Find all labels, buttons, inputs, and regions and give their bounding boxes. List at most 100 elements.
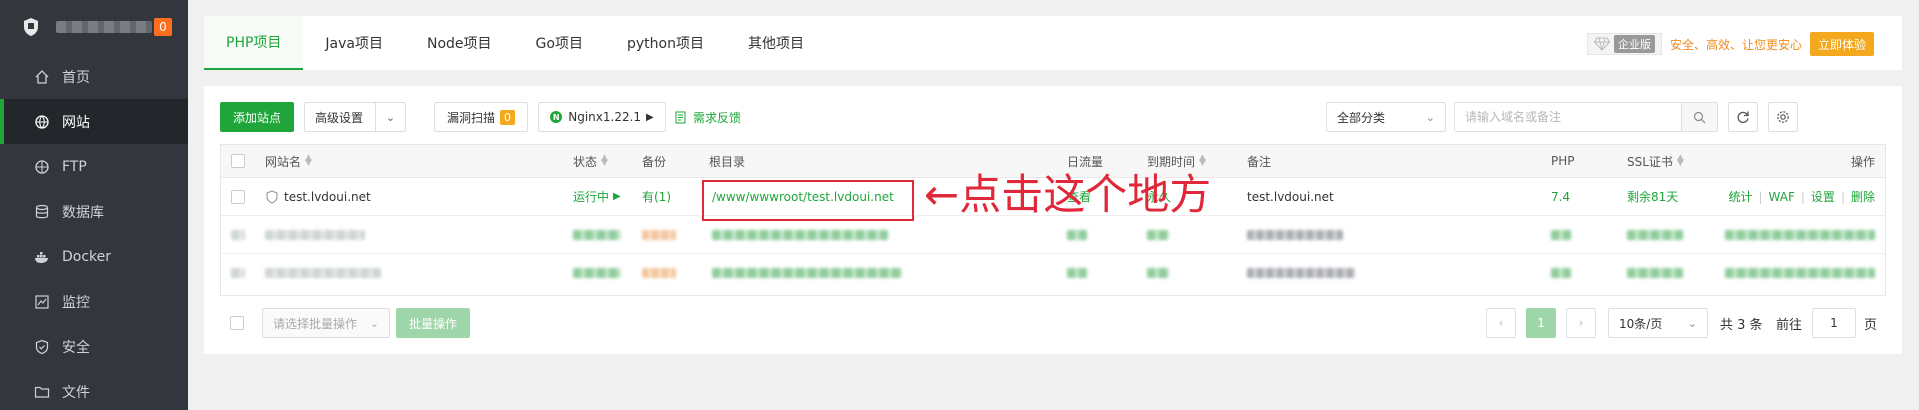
vuln-count-badge: 0 <box>500 109 515 125</box>
header-php: PHP <box>1551 154 1575 168</box>
sidebar-header: 0 <box>0 0 188 54</box>
stats-link[interactable]: 统计 <box>1728 188 1752 205</box>
sidebar-item-docker[interactable]: Docker <box>0 234 188 279</box>
page-suffix: 页 <box>1864 317 1878 333</box>
enterprise-badge: 企业版 <box>1586 33 1662 55</box>
notification-badge[interactable]: 0 <box>154 18 172 36</box>
shield-icon <box>35 339 49 354</box>
header-name-label: 网站名 <box>265 154 302 169</box>
settings-link[interactable]: 设置 <box>1811 188 1835 205</box>
refresh-icon <box>1737 111 1749 124</box>
category-select[interactable]: 全部分类 ⌄ <box>1326 102 1446 132</box>
sidebar-item-home[interactable]: 首页 <box>0 54 188 99</box>
tab-go[interactable]: Go项目 <box>514 16 605 70</box>
refresh-button[interactable] <box>1728 102 1758 132</box>
chevron-down-icon[interactable]: ⌄ <box>375 103 405 131</box>
username-redacted <box>56 21 152 33</box>
header-ssl[interactable]: SSL证书 ▲ ▼ <box>1627 145 1684 177</box>
tab-php[interactable]: PHP项目 <box>204 16 304 70</box>
site-shield-icon <box>266 189 278 204</box>
site-ssl-status[interactable]: 剩余81天 <box>1627 178 1678 215</box>
select-all-checkbox[interactable] <box>231 154 245 168</box>
separator: | <box>1840 189 1845 204</box>
site-status-label: 运行中 <box>573 190 610 204</box>
logo-icon <box>24 18 38 36</box>
try-now-button[interactable]: 立即体验 <box>1809 32 1874 56</box>
search-box <box>1454 102 1718 132</box>
search-button[interactable] <box>1681 103 1717 131</box>
sort-icon: ▲ ▼ <box>1199 153 1206 168</box>
settings-button[interactable] <box>1768 102 1798 132</box>
sidebar-item-security[interactable]: 安全 <box>0 324 188 369</box>
goto-page-input[interactable]: 1 <box>1812 308 1856 338</box>
sidebar-item-label: 网站 <box>62 114 90 131</box>
next-page-button[interactable]: › <box>1566 308 1596 338</box>
batch-action-select[interactable]: 请选择批量操作 ⌄ <box>262 308 390 338</box>
prev-page-button[interactable]: ‹ <box>1486 308 1516 338</box>
sidebar-item-label: 数据库 <box>62 204 104 221</box>
header-name[interactable]: 网站名 ▲ ▼ <box>265 145 312 177</box>
toolbar: 添加站点 高级设置 ⌄ 漏洞扫描 0 N Nginx1.22.1 ▶ 需求反馈 … <box>220 102 1886 132</box>
site-backup-link[interactable]: 有(1) <box>642 178 671 215</box>
project-tab-bar: PHP项目 Java项目 Node项目 Go项目 python项目 其他项目 企… <box>204 16 1902 70</box>
sidebar-item-database[interactable]: 数据库 <box>0 189 188 234</box>
play-icon: ▶ <box>646 111 654 123</box>
sidebar-item-label: 安全 <box>62 339 90 356</box>
tab-java[interactable]: Java项目 <box>303 16 405 70</box>
chevron-down-icon: ⌄ <box>1687 316 1697 330</box>
page-size-select[interactable]: 10条/页 ⌄ <box>1608 308 1708 338</box>
header-ops: 操作 <box>1850 154 1875 169</box>
monitor-icon <box>35 294 49 309</box>
row-checkbox-cell <box>231 178 245 215</box>
nginx-version-button[interactable]: N Nginx1.22.1 ▶ <box>538 102 666 132</box>
nginx-icon: N <box>550 111 563 123</box>
search-input[interactable] <box>1455 103 1681 131</box>
header-backup: 备份 <box>642 154 667 169</box>
home-icon <box>35 69 49 84</box>
chevron-down-icon: ⌄ <box>369 316 379 330</box>
feedback-label: 需求反馈 <box>693 110 742 125</box>
enterprise-tag: 企业版 <box>1613 35 1655 53</box>
header-status[interactable]: 状态 ▲ ▼ <box>573 145 608 177</box>
sort-icon: ▲ ▼ <box>601 153 608 168</box>
tab-python[interactable]: python项目 <box>605 16 726 70</box>
site-note[interactable]: test.lvdoui.net <box>1247 178 1334 215</box>
feedback-link[interactable]: 需求反馈 <box>675 102 741 132</box>
row-actions: 统计 | WAF | 设置 | 删除 <box>1728 178 1875 215</box>
sort-icon: ▲ ▼ <box>1676 153 1684 168</box>
play-icon: ▶ <box>613 191 621 202</box>
goto-label: 前往 <box>1776 317 1803 333</box>
sidebar-item-label: 文件 <box>62 384 90 401</box>
batch-action-button[interactable]: 批量操作 <box>396 308 470 338</box>
tab-other[interactable]: 其他项目 <box>726 16 826 70</box>
sidebar-item-ftp[interactable]: FTP <box>0 144 188 189</box>
vuln-scan-button[interactable]: 漏洞扫描 0 <box>434 102 528 132</box>
site-status[interactable]: 运行中 ▶ <box>573 178 621 215</box>
chevron-down-icon: ⌄ <box>1425 110 1435 124</box>
page-size-value: 10条/页 <box>1619 316 1663 331</box>
sidebar-item-website[interactable]: 网站 <box>0 99 188 144</box>
page-button-current[interactable]: 1 <box>1526 308 1556 338</box>
site-name-cell[interactable]: test.lvdoui.net <box>265 178 371 215</box>
waf-link[interactable]: WAF <box>1769 190 1795 204</box>
annotation-highlight-box <box>702 180 914 221</box>
gear-icon <box>1777 111 1789 123</box>
chevron-right-icon: › <box>1578 316 1584 330</box>
search-icon <box>1693 111 1706 123</box>
delete-link[interactable]: 删除 <box>1851 188 1875 205</box>
select-all-checkbox-cell <box>231 145 245 177</box>
annotation-text: ←点击这个地方 <box>924 170 1212 219</box>
advanced-settings-dropdown[interactable]: 高级设置 ⌄ <box>304 102 406 132</box>
sidebar-item-label: Docker <box>62 248 112 265</box>
sidebar-item-files[interactable]: 文件 <box>0 369 188 410</box>
add-site-button[interactable]: 添加站点 <box>220 102 294 132</box>
advanced-settings-label: 高级设置 <box>315 110 364 125</box>
site-php-version[interactable]: 7.4 <box>1551 178 1570 215</box>
header-status-label: 状态 <box>573 154 598 169</box>
chevron-left-icon: ‹ <box>1498 316 1504 330</box>
footer-select-all-checkbox[interactable] <box>230 316 244 330</box>
row-checkbox[interactable] <box>231 189 245 204</box>
sidebar-item-monitor[interactable]: 监控 <box>0 279 188 324</box>
tab-node[interactable]: Node项目 <box>405 16 514 70</box>
sidebar-item-label: 首页 <box>62 69 90 86</box>
